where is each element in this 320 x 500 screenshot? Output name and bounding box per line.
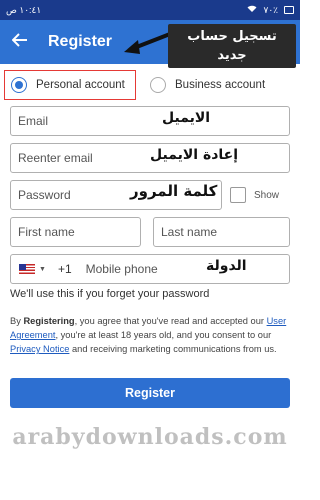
callout-line-1: تسجيل حساب — [187, 29, 277, 44]
first-name-field[interactable] — [11, 218, 140, 246]
personal-account-option[interactable]: Personal account — [4, 70, 136, 100]
show-password-toggle[interactable]: Show — [230, 180, 279, 210]
last-name-field-container — [153, 217, 290, 247]
status-bar: ١٠:٤١ ص ٧٠٪ — [0, 0, 300, 20]
battery-icon — [284, 6, 294, 14]
first-name-field-container — [10, 217, 141, 247]
dial-code: +1 — [57, 262, 72, 276]
wifi-icon — [247, 5, 257, 15]
reenter-email-field-container — [10, 143, 290, 173]
password-field-container — [10, 180, 222, 210]
last-name-field[interactable] — [154, 218, 289, 246]
legal-text: By Registering, you agree that you've re… — [10, 316, 287, 354]
callout-line-2: جديد — [217, 48, 247, 63]
password-field[interactable] — [11, 181, 221, 209]
page-title: Register — [48, 33, 113, 50]
reenter-email-field[interactable] — [11, 144, 289, 172]
country-code-selector[interactable]: ▼ +1 — [11, 262, 72, 276]
personal-account-label: Personal account — [36, 79, 125, 91]
mobile-phone-field[interactable] — [71, 255, 289, 283]
radio-unselected-icon[interactable] — [150, 77, 166, 93]
password-hint: We'll use this if you forget your passwo… — [10, 288, 210, 300]
account-type-selector: Personal account Business account — [0, 70, 300, 100]
show-label: Show — [254, 189, 280, 201]
legal-registering: Registering — [23, 316, 75, 326]
email-field[interactable] — [11, 107, 289, 135]
show-password-checkbox[interactable] — [230, 187, 246, 203]
mobile-field-container: ▼ +1 — [10, 254, 290, 284]
email-field-container — [10, 106, 290, 136]
status-time: ١٠:٤١ ص — [6, 4, 42, 15]
us-flag-icon — [19, 264, 35, 274]
radio-selected-icon[interactable] — [11, 77, 27, 93]
business-account-label: Business account — [175, 79, 266, 91]
watermark: arabydownloads.com — [12, 424, 288, 450]
arrow-left-icon — [11, 32, 28, 52]
back-button[interactable] — [0, 20, 40, 64]
annotation-callout: تسجيل حساب جديد — [168, 24, 296, 68]
battery-percent: ٧٠٪ — [263, 4, 278, 15]
callout-arrow-icon — [124, 32, 171, 54]
privacy-notice-link[interactable]: Privacy Notice — [10, 344, 69, 354]
chevron-down-icon: ▼ — [39, 265, 46, 273]
register-button[interactable]: Register — [10, 378, 290, 408]
business-account-option[interactable]: Business account — [148, 70, 298, 100]
